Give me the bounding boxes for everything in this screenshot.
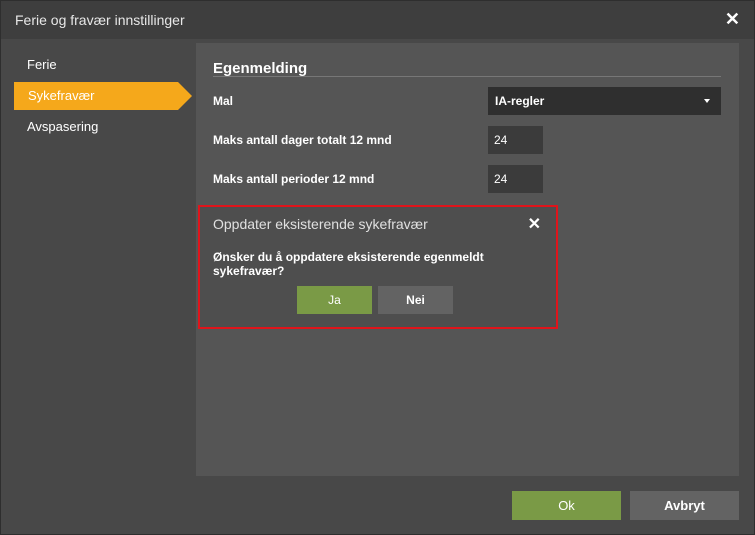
cancel-button[interactable]: Avbryt: [630, 491, 739, 520]
max-days-value: 24: [494, 133, 508, 147]
close-icon[interactable]: ✕: [725, 9, 740, 30]
sidebar-item-label: Ferie: [27, 57, 57, 72]
sidebar-item-ferie[interactable]: Ferie: [1, 51, 191, 79]
mal-select-value: IA-regler: [495, 94, 545, 108]
max-days-input[interactable]: 24: [488, 126, 543, 154]
chevron-down-icon: [704, 99, 710, 103]
no-button[interactable]: Nei: [378, 286, 453, 314]
sidebar: Ferie Sykefravær Avspasering: [1, 51, 192, 144]
mal-label: Mal: [213, 94, 234, 108]
ok-button[interactable]: Ok: [512, 491, 621, 520]
dialog-title: Oppdater eksisterende sykefravær: [213, 216, 428, 232]
section-divider: [213, 76, 721, 77]
max-periods-value: 24: [494, 172, 508, 186]
window-title: Ferie og fravær innstillinger: [15, 12, 185, 28]
max-periods-label: Maks antall perioder 12 mnd: [213, 172, 375, 186]
mal-select[interactable]: IA-regler: [488, 87, 721, 115]
max-periods-input[interactable]: 24: [488, 165, 543, 193]
yes-button[interactable]: Ja: [297, 286, 372, 314]
sidebar-item-sykefravaer[interactable]: Sykefravær: [14, 82, 192, 110]
dialog-message: Ønsker du å oppdatere eksisterende egenm…: [213, 250, 484, 278]
sidebar-item-avspasering[interactable]: Avspasering: [1, 113, 191, 141]
title-bar: Ferie og fravær innstillinger ✕: [1, 1, 754, 39]
section-title: Egenmelding: [213, 60, 308, 77]
sidebar-item-label: Sykefravær: [28, 88, 95, 103]
sidebar-item-label: Avspasering: [27, 119, 99, 134]
settings-window: Ferie og fravær innstillinger ✕ Ferie Sy…: [0, 0, 755, 535]
dialog-close-icon[interactable]: ✕: [528, 214, 541, 234]
max-days-label: Maks antall dager totalt 12 mnd: [213, 133, 392, 147]
confirm-dialog: Oppdater eksisterende sykefravær ✕ Ønske…: [198, 205, 558, 329]
